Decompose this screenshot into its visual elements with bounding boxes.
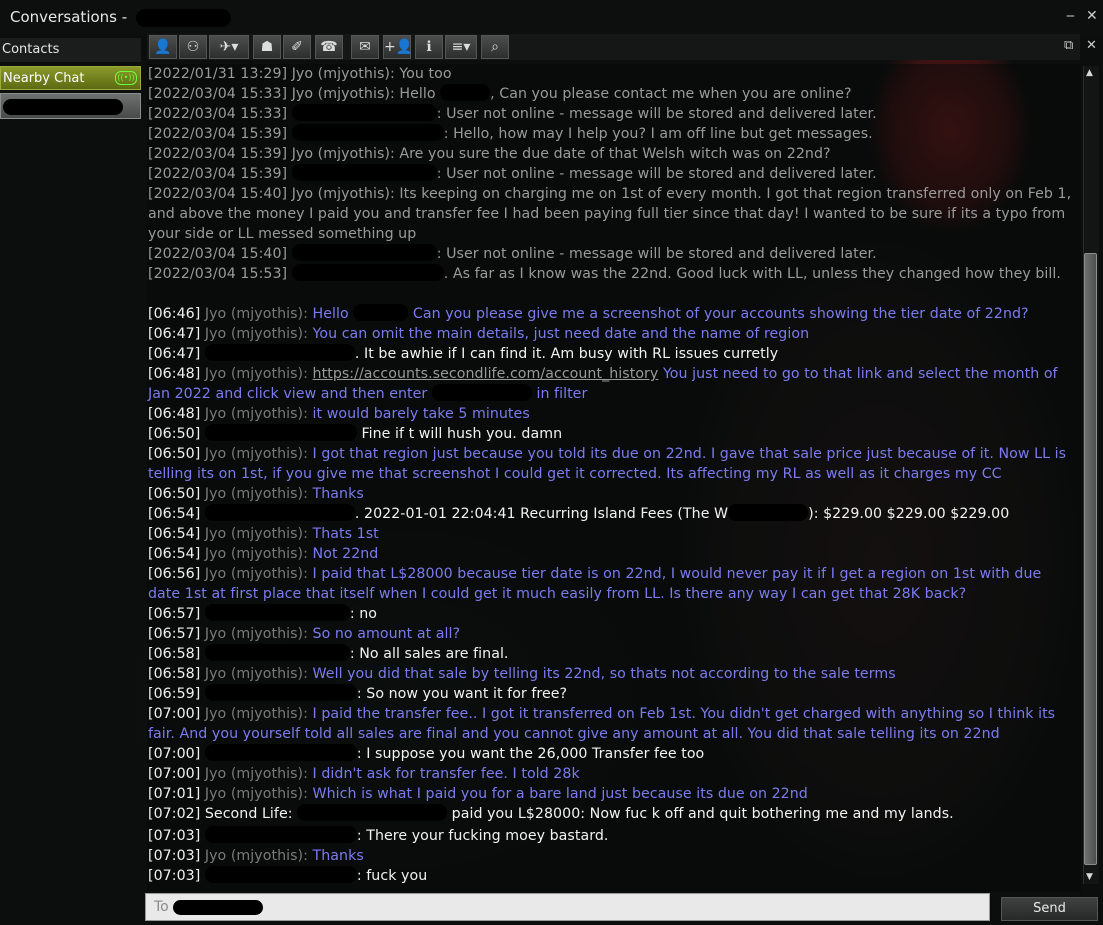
chat-line: [06:57] Jyo (mjyothis): So no amount at … <box>148 626 461 642</box>
chat-line: [06:58] : No all sales are final. <box>148 644 509 662</box>
add-friend-icon[interactable]: +👤 <box>383 35 413 59</box>
chat-line: [07:00] Jyo (mjyothis): I paid the trans… <box>148 706 1056 742</box>
chat-history[interactable]: [2022/01/31 13:29] Jyo (mjyothis): You t… <box>147 64 1081 892</box>
voice-indicator-icon: ((•)) <box>115 71 137 85</box>
chat-line: [2022/03/04 15:40] : User not online - m… <box>148 244 877 262</box>
chat-line: [06:48] Jyo (mjyothis): https://accounts… <box>148 366 1058 402</box>
chat-line: [06:50] Jyo (mjyothis): Thanks <box>148 486 364 502</box>
window-title: Conversations - <box>10 8 231 27</box>
chat-line: [07:00] Jyo (mjyothis): I didn't ask for… <box>148 766 580 782</box>
account-history-link[interactable]: https://accounts.secondlife.com/account_… <box>313 366 659 382</box>
chat-line: [06:47] . It be awhie if I can find it. … <box>148 344 779 362</box>
teleport-icon[interactable]: ✈▾ <box>209 35 249 59</box>
contacts-tab[interactable]: Contacts <box>0 38 141 62</box>
float-window-icon[interactable]: ⧉ <box>1064 38 1073 53</box>
chat-line: [06:46] Jyo (mjyothis): Hello Can you pl… <box>148 304 1029 322</box>
gift-icon[interactable]: ☗ <box>253 35 281 59</box>
chat-line: [2022/03/04 15:39] : User not online - m… <box>148 164 877 182</box>
search-icon[interactable]: ⌕ <box>481 35 509 59</box>
chat-line: [06:57] : no <box>148 604 378 622</box>
chat-line: [07:03] : fuck you <box>148 866 428 884</box>
chat-line: [2022/03/04 15:33] : User not online - m… <box>148 104 877 122</box>
minimize-icon[interactable]: ‒ <box>1066 8 1075 24</box>
chat-line: [06:50] Jyo (mjyothis): I got that regio… <box>148 446 1067 482</box>
pay-icon[interactable]: ✐ <box>283 35 311 59</box>
scrollbar-thumb[interactable] <box>1084 253 1097 865</box>
chat-line: [07:01] Jyo (mjyothis): Which is what I … <box>148 786 808 802</box>
profile-icon[interactable]: 👤 <box>149 35 177 59</box>
chat-line: [06:54] . 2022-01-01 22:04:41 Recurring … <box>148 504 1010 522</box>
chat-line: [2022/03/04 15:53] . As far as I know wa… <box>148 264 1061 282</box>
redacted-name <box>135 8 231 27</box>
sidebar-item-conversation[interactable] <box>0 93 141 119</box>
chat-line: [2022/03/04 15:40] Jyo (mjyothis): Its k… <box>148 186 1072 242</box>
window-titlebar[interactable]: Conversations - ‒ ✕ <box>0 0 1103 34</box>
close-icon[interactable]: ✕ <box>1086 8 1098 24</box>
nearby-chat-label: Nearby Chat <box>3 71 85 86</box>
chat-line: [07:02] Second Life: paid you L$28000: N… <box>148 804 954 822</box>
send-button[interactable]: Send <box>1001 897 1098 921</box>
contacts-label: Contacts <box>2 42 60 57</box>
chat-line: [2022/03/04 15:33] Jyo (mjyothis): Hello… <box>148 84 852 102</box>
redacted-recipient <box>173 899 264 915</box>
scroll-up-icon[interactable]: ▲ <box>1086 68 1093 78</box>
chat-line: [07:00] : I suppose you want the 26,000 … <box>148 744 705 762</box>
chat-line: [06:58] Jyo (mjyothis): Well you did tha… <box>148 666 896 682</box>
chat-line: [06:59] : So now you want it for free? <box>148 684 568 702</box>
chat-line: [06:54] Jyo (mjyothis): Not 22nd <box>148 546 379 562</box>
sidebar-item-nearby-chat[interactable]: Nearby Chat ((•)) <box>0 66 141 90</box>
chat-line: [07:03] : There your fucking moey bastar… <box>148 826 609 844</box>
chat-line: [07:03] Jyo (mjyothis): Thanks <box>148 848 364 864</box>
scroll-down-icon[interactable]: ▼ <box>1086 872 1093 882</box>
chat-line: [2022/03/04 15:39] Jyo (mjyothis): Are y… <box>148 146 831 162</box>
chat-line: [06:54] Jyo (mjyothis): Thats 1st <box>148 526 379 542</box>
chat-line: [06:50] Fine if t will hush you. damn <box>148 424 563 442</box>
chat-line: [2022/01/31 13:29] Jyo (mjyothis): You t… <box>148 66 452 82</box>
chat-line: [06:47] Jyo (mjyothis): You can omit the… <box>148 326 810 342</box>
chat-input[interactable]: To <box>145 893 990 921</box>
chat-line: [06:48] Jyo (mjyothis): it would barely … <box>148 406 530 422</box>
menu-icon[interactable]: ≡▾ <box>445 35 477 59</box>
conversation-toolbar: 👤 ⚇ ✈▾ ☗ ✐ ☎ ✉ +👤 ℹ ≡▾ ⌕ <box>147 34 1080 60</box>
close-panel-icon[interactable]: ✕ <box>1086 38 1097 53</box>
input-placeholder: To <box>154 899 169 915</box>
call-icon[interactable]: ☎ <box>315 35 343 59</box>
chat-line: [06:56] Jyo (mjyothis): I paid that L$28… <box>148 566 1042 602</box>
info-icon[interactable]: ℹ <box>415 35 443 59</box>
redacted-contact-name <box>3 99 123 115</box>
im-icon[interactable]: ✉ <box>351 35 379 59</box>
chat-line: [2022/03/04 15:39] : Hello, how may I he… <box>148 124 873 142</box>
friends-icon[interactable]: ⚇ <box>179 35 207 59</box>
